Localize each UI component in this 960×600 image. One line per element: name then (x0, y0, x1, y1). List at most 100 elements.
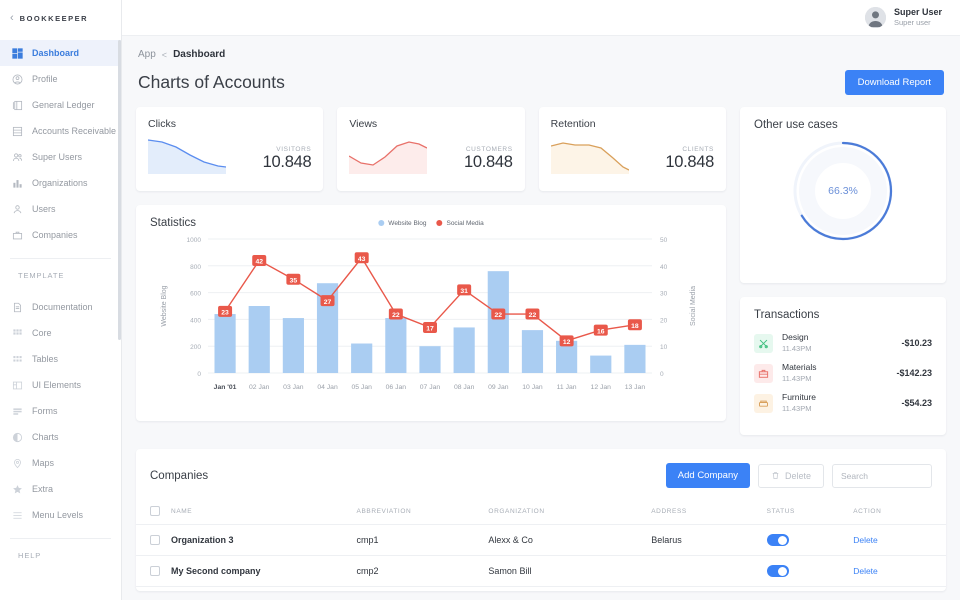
views-sparkline (349, 134, 427, 174)
sidebar-item-tables[interactable]: Tables (0, 346, 121, 372)
sidebar-item-label: Extra (32, 484, 53, 494)
transactions-card: Transactions Design 11.43PM -$10.23 (740, 297, 946, 435)
dashboard-left-column: Clicks VISITORS 10.848 Views (136, 107, 726, 421)
stat-title: Retention (551, 118, 714, 130)
svg-text:18: 18 (631, 323, 639, 330)
stat-title: Views (349, 118, 512, 130)
stat-cards: Clicks VISITORS 10.848 Views (136, 107, 726, 191)
form-icon (12, 406, 23, 417)
sidebar-template-nav: Documentation Core Tables UI Elements Fo… (0, 294, 121, 528)
sidebar-item-label: Dashboard (32, 48, 79, 58)
sidebar-item-organizations[interactable]: Organizations (0, 170, 121, 196)
sidebar-item-label: General Ledger (32, 100, 95, 110)
sidebar-item-menu-levels[interactable]: Menu Levels (0, 502, 121, 528)
page-title: Charts of Accounts (138, 72, 285, 93)
table-row[interactable]: Organization 3 cmp1 Alexx & Co Belarus D… (136, 525, 946, 556)
legend-label: Website Blog (388, 220, 426, 227)
brand[interactable]: ‹ BOOKKEEPER (0, 2, 121, 34)
sidebar-item-general-ledger[interactable]: General Ledger (0, 92, 121, 118)
select-all-checkbox[interactable] (150, 506, 160, 516)
svg-text:13 Jan: 13 Jan (625, 384, 646, 391)
svg-text:43: 43 (358, 256, 366, 263)
dashboard-row: Clicks VISITORS 10.848 Views (136, 107, 946, 435)
download-report-button[interactable]: Download Report (845, 70, 944, 95)
status-toggle[interactable] (767, 534, 789, 546)
sidebar-section-template: TEMPLATE (0, 259, 121, 288)
squares-icon (12, 328, 23, 339)
sidebar-item-accounts-receivable[interactable]: Accounts Receivable (0, 118, 121, 144)
user-menu[interactable]: Super User Super user (865, 7, 942, 28)
sidebar-item-forms[interactable]: Forms (0, 398, 121, 424)
svg-text:02 Jan: 02 Jan (249, 384, 270, 391)
legend-item-social-media[interactable]: Social Media (436, 220, 483, 227)
sidebar-item-companies[interactable]: Companies (0, 222, 121, 248)
sidebar-item-profile[interactable]: Profile (0, 66, 121, 92)
svg-text:12: 12 (563, 339, 571, 346)
svg-text:09 Jan: 09 Jan (488, 384, 509, 391)
svg-text:05 Jan: 05 Jan (351, 384, 372, 391)
stat-card-retention: Retention CLIENTS 10.848 (539, 107, 726, 191)
sidebar-section-help: HELP (0, 539, 121, 568)
svg-text:11 Jan: 11 Jan (557, 384, 577, 391)
svg-text:04 Jan: 04 Jan (317, 384, 338, 391)
transaction-amount: -$142.23 (896, 368, 932, 378)
sidebar-item-documentation[interactable]: Documentation (0, 294, 121, 320)
document-icon (12, 302, 23, 313)
column-address: ADDRESS (651, 500, 766, 525)
sidebar-item-core[interactable]: Core (0, 320, 121, 346)
chevron-left-icon[interactable]: ‹ (8, 13, 14, 24)
legend-item-website-blog[interactable]: Website Blog (378, 220, 426, 227)
user-name: Super User (894, 7, 942, 18)
row-delete-link[interactable]: Delete (853, 566, 878, 576)
svg-text:07 Jan: 07 Jan (420, 384, 441, 391)
cell-organization: Samon Bill (488, 556, 651, 587)
sidebar-item-label: Charts (32, 432, 59, 442)
sidebar-item-extra[interactable]: Extra (0, 476, 121, 502)
status-toggle[interactable] (767, 565, 789, 577)
companies-title: Companies (150, 470, 208, 482)
svg-text:0: 0 (197, 371, 201, 378)
sidebar-item-super-users[interactable]: Super Users (0, 144, 121, 170)
sidebar-item-maps[interactable]: Maps (0, 450, 121, 476)
table-row[interactable]: My Second company cmp2 Samon Bill Delete (136, 556, 946, 587)
row-delete-link[interactable]: Delete (853, 535, 878, 545)
breadcrumb-app[interactable]: App (138, 49, 156, 60)
stat-value: 10.848 (263, 153, 312, 172)
clicks-sparkline (148, 134, 226, 174)
sidebar-item-label: Organizations (32, 178, 88, 188)
sidebar-item-ui-elements[interactable]: UI Elements (0, 372, 121, 398)
search-input[interactable] (832, 464, 932, 488)
delete-selected-button[interactable]: Delete (758, 464, 824, 488)
svg-text:Social Media: Social Media (690, 286, 697, 326)
transaction-row[interactable]: Design 11.43PM -$10.23 (754, 328, 932, 358)
sidebar-item-charts[interactable]: Charts (0, 424, 121, 450)
row-checkbox[interactable] (150, 535, 160, 545)
transaction-row[interactable]: Materials 11.43PM -$142.23 (754, 358, 932, 388)
sidebar-item-users[interactable]: Users (0, 196, 121, 222)
cell-name: My Second company (171, 556, 356, 587)
row-select-cell (136, 556, 171, 587)
svg-text:35: 35 (290, 277, 298, 284)
row-checkbox[interactable] (150, 566, 160, 576)
legend-label: Social Media (446, 220, 483, 227)
add-company-button[interactable]: Add Company (666, 463, 750, 488)
stat-label: CUSTOMERS (464, 146, 513, 153)
svg-text:31: 31 (460, 288, 468, 295)
sidebar-item-dashboard[interactable]: Dashboard (0, 40, 121, 66)
sidebar-scrollbar[interactable] (118, 40, 121, 340)
topbar: Super User Super user (122, 0, 960, 36)
transaction-row[interactable]: Furniture 11.43PM -$54.23 (754, 388, 932, 418)
chart-legend: Website Blog Social Media (378, 220, 483, 227)
sidebar-item-label: Maps (32, 458, 54, 468)
column-status: STATUS (767, 500, 854, 525)
cell-action: Delete (853, 525, 946, 556)
svg-text:Jan '01: Jan '01 (214, 384, 237, 391)
cell-action: Delete (853, 556, 946, 587)
sidebar-item-label: Super Users (32, 152, 82, 162)
transaction-name: Design (782, 332, 892, 343)
sidebar-item-label: Tables (32, 354, 58, 364)
transaction-time: 11.43PM (782, 404, 892, 414)
companies-toolbar: Add Company Delete (666, 463, 932, 488)
transaction-name: Materials (782, 362, 887, 373)
usecases-percent: 66.3% (828, 185, 858, 197)
